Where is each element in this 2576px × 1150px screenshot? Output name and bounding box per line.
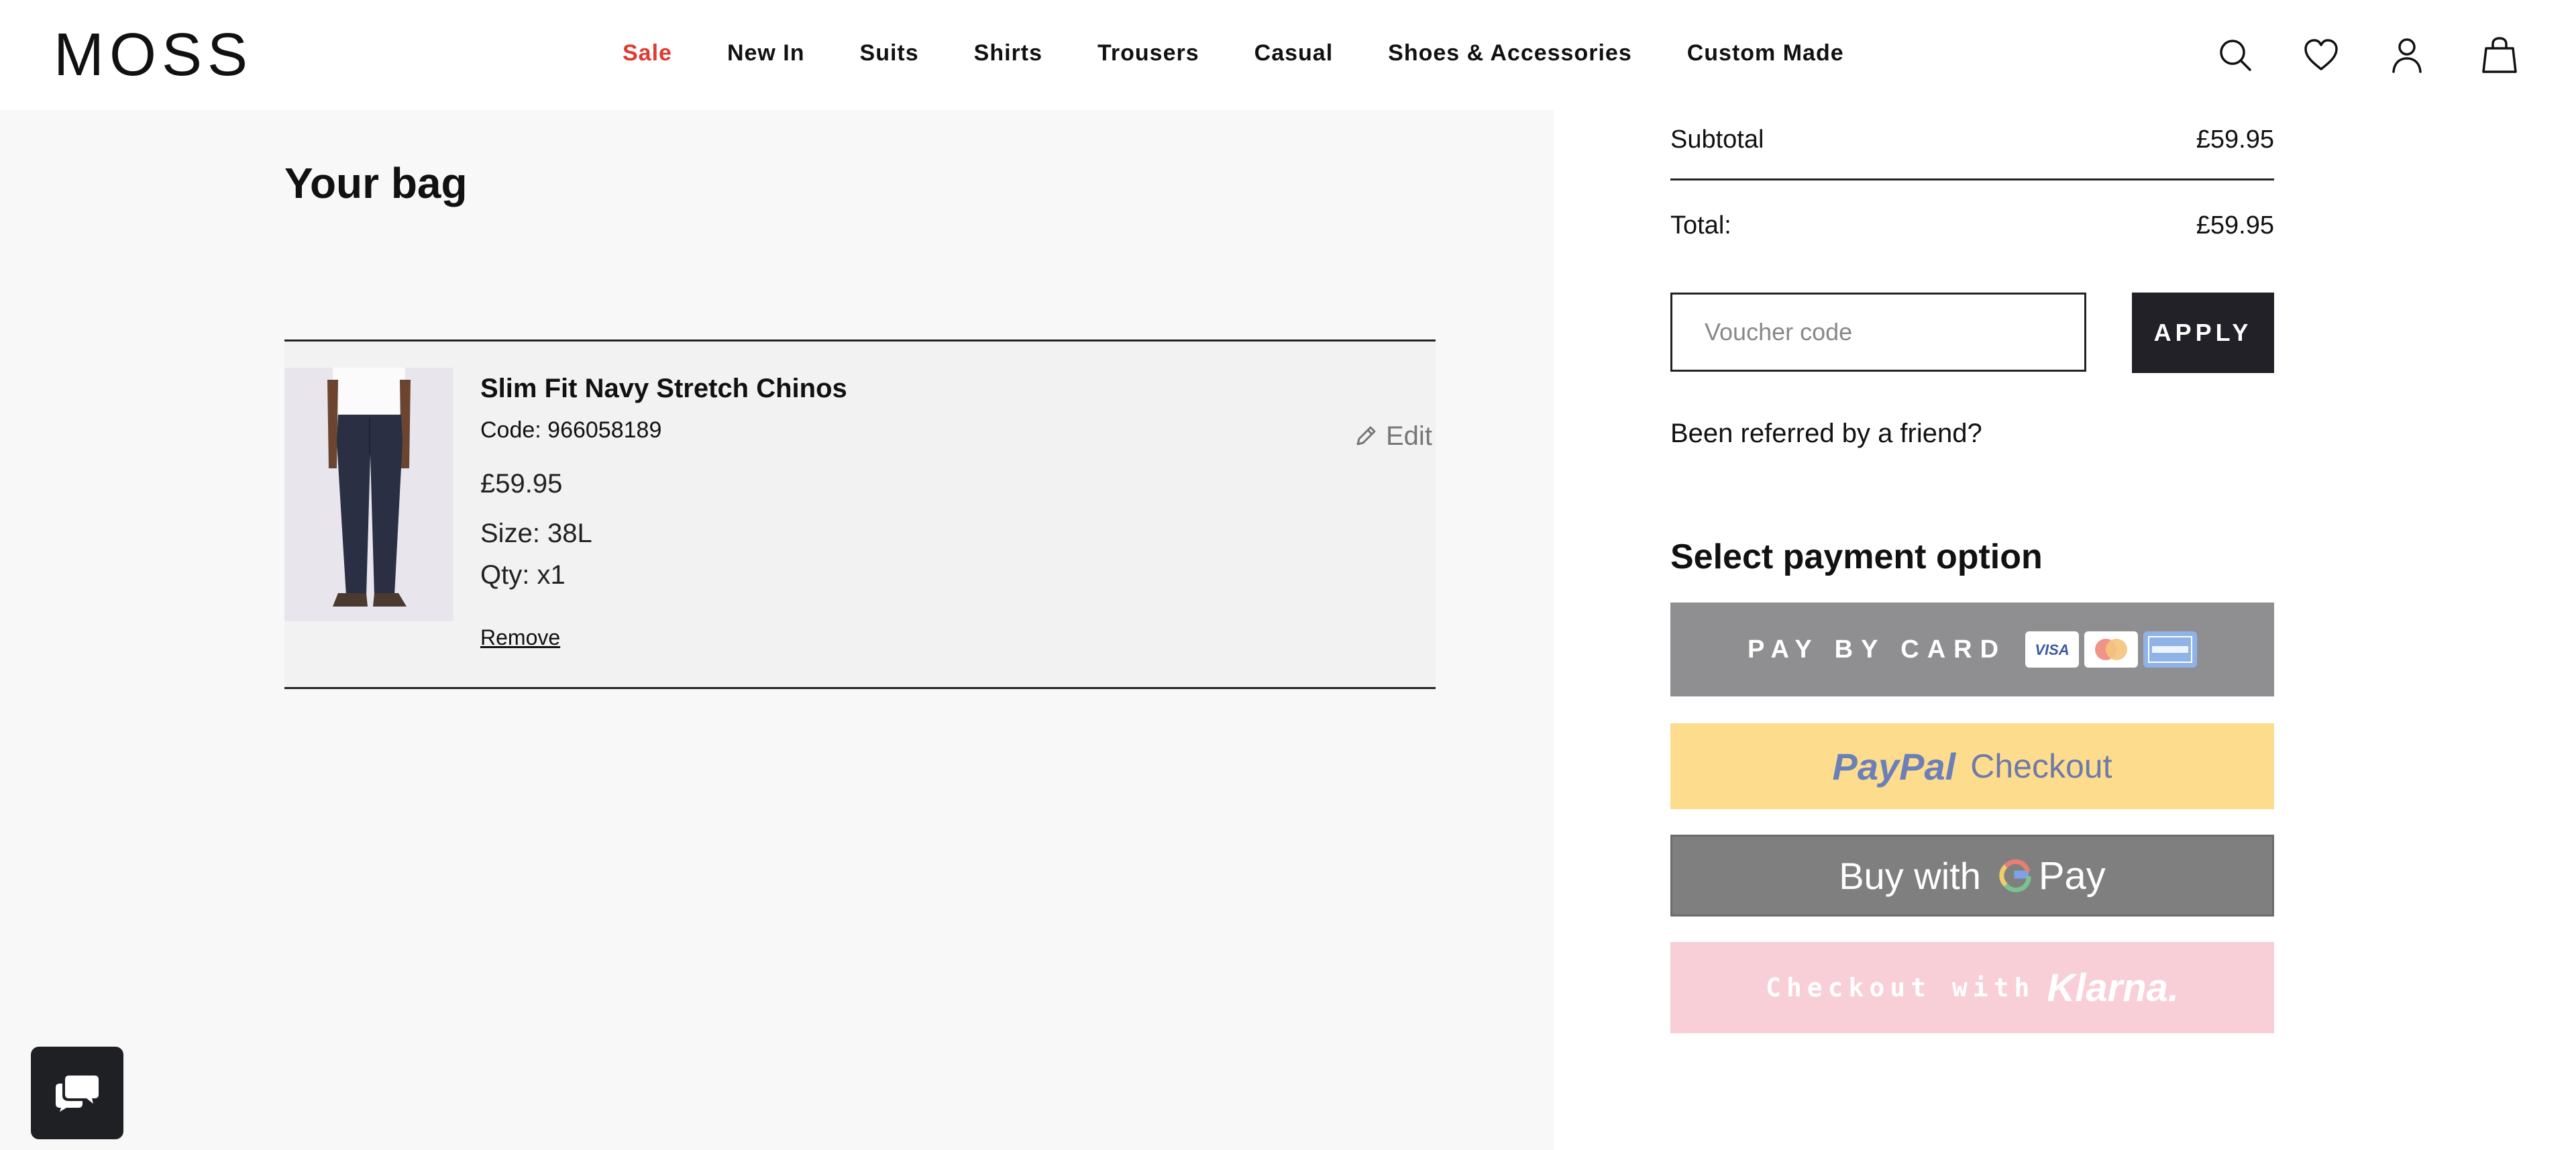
mastercard-logo-icon <box>2084 631 2139 668</box>
divider <box>284 339 1436 342</box>
edit-label: Edit <box>1386 421 1432 451</box>
paypal-logo: PayPal <box>1832 745 1956 788</box>
heart-icon[interactable] <box>2300 34 2343 76</box>
subtotal-label: Subtotal <box>1670 125 1764 154</box>
google-pay-word: Pay <box>2038 853 2106 898</box>
paypal-checkout-button[interactable]: PayPal Checkout <box>1670 723 2274 809</box>
product-qty: Qty: x1 <box>480 560 566 590</box>
edit-button[interactable]: Edit <box>1352 417 1432 455</box>
google-pay-button[interactable]: Buy with Pay <box>1670 835 2274 917</box>
klarna-checkout-label: Checkout with <box>1765 973 2035 1002</box>
chat-button[interactable] <box>31 1047 123 1139</box>
amex-logo-icon <box>2143 631 2198 668</box>
subtotal-row: Subtotal £59.95 <box>1670 121 2274 158</box>
divider <box>1670 178 2274 180</box>
pay-by-card-button[interactable]: PAY BY CARD VISA <box>1670 603 2274 696</box>
subtotal-value: £59.95 <box>2196 125 2274 154</box>
total-label: Total: <box>1670 211 1731 240</box>
svg-text:VISA: VISA <box>2035 641 2069 658</box>
bag-icon[interactable] <box>2478 34 2521 76</box>
google-g-icon <box>1999 859 2031 892</box>
product-code: Code: 966058189 <box>480 417 662 443</box>
product-size: Size: 38L <box>480 519 592 548</box>
nav-item-shirts[interactable]: Shirts <box>974 36 1042 70</box>
apply-voucher-button[interactable]: APPLY <box>2132 293 2274 373</box>
nav-item-shoes-accessories[interactable]: Shoes & Accessories <box>1388 36 1632 70</box>
payment-heading: Select payment option <box>1670 537 2043 576</box>
remove-link[interactable]: Remove <box>480 623 560 652</box>
card-logos: VISA <box>2025 631 2198 668</box>
paypal-checkout-label: Checkout <box>1970 747 2112 785</box>
klarna-checkout-button[interactable]: Checkout with Klarna. <box>1670 942 2274 1033</box>
product-image[interactable] <box>284 368 453 621</box>
nav-item-suits[interactable]: Suits <box>860 36 919 70</box>
nav-item-new-in[interactable]: New In <box>727 36 805 70</box>
nav-item-custom-made[interactable]: Custom Made <box>1687 36 1844 70</box>
nav-item-trousers[interactable]: Trousers <box>1097 36 1199 70</box>
klarna-logo: Klarna. <box>2047 965 2180 1010</box>
referral-link[interactable]: Been referred by a friend? <box>1670 413 1982 454</box>
pay-by-card-label: PAY BY CARD <box>1747 635 2007 664</box>
google-pay-logo: Pay <box>1997 853 2106 898</box>
divider <box>284 687 1436 689</box>
chat-icon <box>56 1076 99 1112</box>
product-price: £59.95 <box>480 469 563 499</box>
total-value: £59.95 <box>2196 211 2274 240</box>
nav-item-casual[interactable]: Casual <box>1254 36 1334 70</box>
site-header: MOSS Sale New In Suits Shirts Trousers C… <box>0 0 2576 110</box>
product-name[interactable]: Slim Fit Navy Stretch Chinos <box>480 370 847 407</box>
total-row: Total: £59.95 <box>1670 207 2274 244</box>
account-icon[interactable] <box>2385 34 2428 76</box>
search-icon[interactable] <box>2214 34 2257 76</box>
main-nav: Sale New In Suits Shirts Trousers Casual… <box>0 36 2576 70</box>
page-title: Your bag <box>284 159 468 207</box>
bag-item-card <box>284 342 1436 688</box>
google-pay-label: Buy with <box>1839 854 1981 897</box>
nav-item-sale[interactable]: Sale <box>623 36 672 70</box>
pencil-icon <box>1352 423 1379 450</box>
voucher-code-input[interactable] <box>1670 293 2086 372</box>
visa-logo-icon: VISA <box>2025 631 2080 668</box>
